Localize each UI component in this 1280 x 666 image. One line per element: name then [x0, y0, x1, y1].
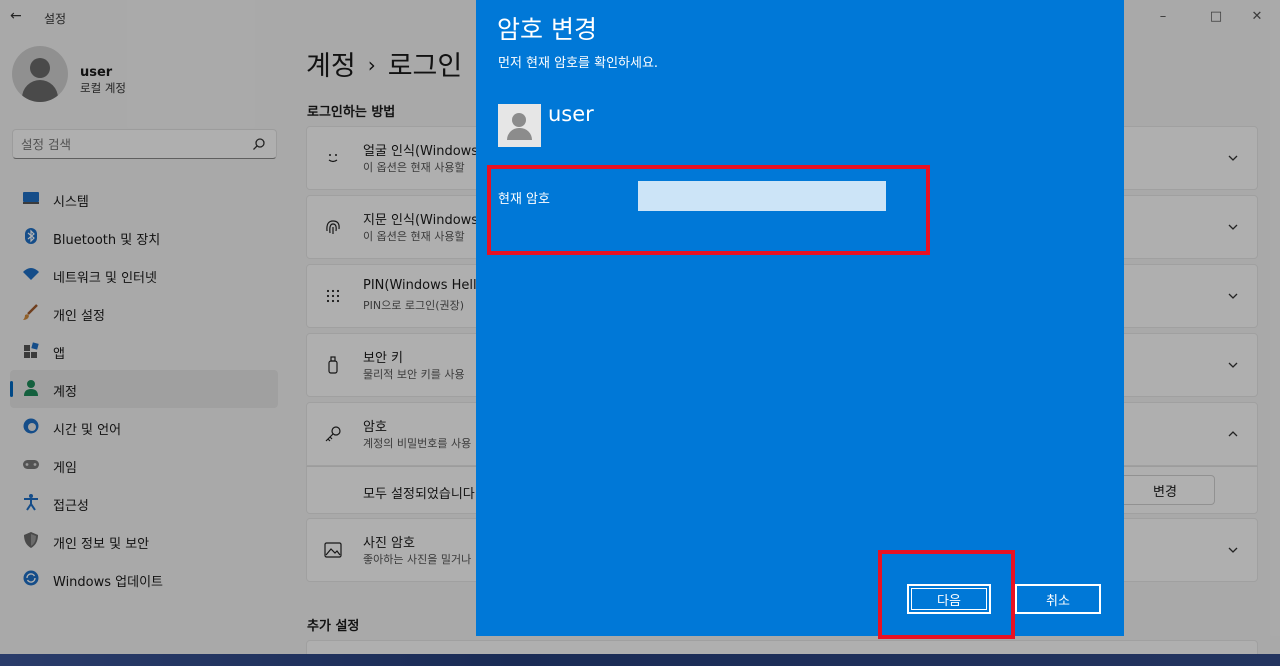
change-password-dialog: 암호 변경 먼저 현재 암호를 확인하세요. user 현재 암호 다음 취소	[476, 0, 1124, 636]
dialog-title: 암호 변경	[497, 15, 597, 44]
user-avatar-icon	[498, 104, 541, 147]
cancel-button[interactable]: 취소	[1015, 584, 1101, 614]
dialog-subtitle: 먼저 현재 암호를 확인하세요.	[498, 56, 659, 71]
annotation-highlight-next	[878, 550, 1015, 639]
annotation-highlight-password	[487, 165, 930, 255]
dialog-user-name: user	[548, 102, 594, 126]
taskbar	[0, 654, 1280, 666]
